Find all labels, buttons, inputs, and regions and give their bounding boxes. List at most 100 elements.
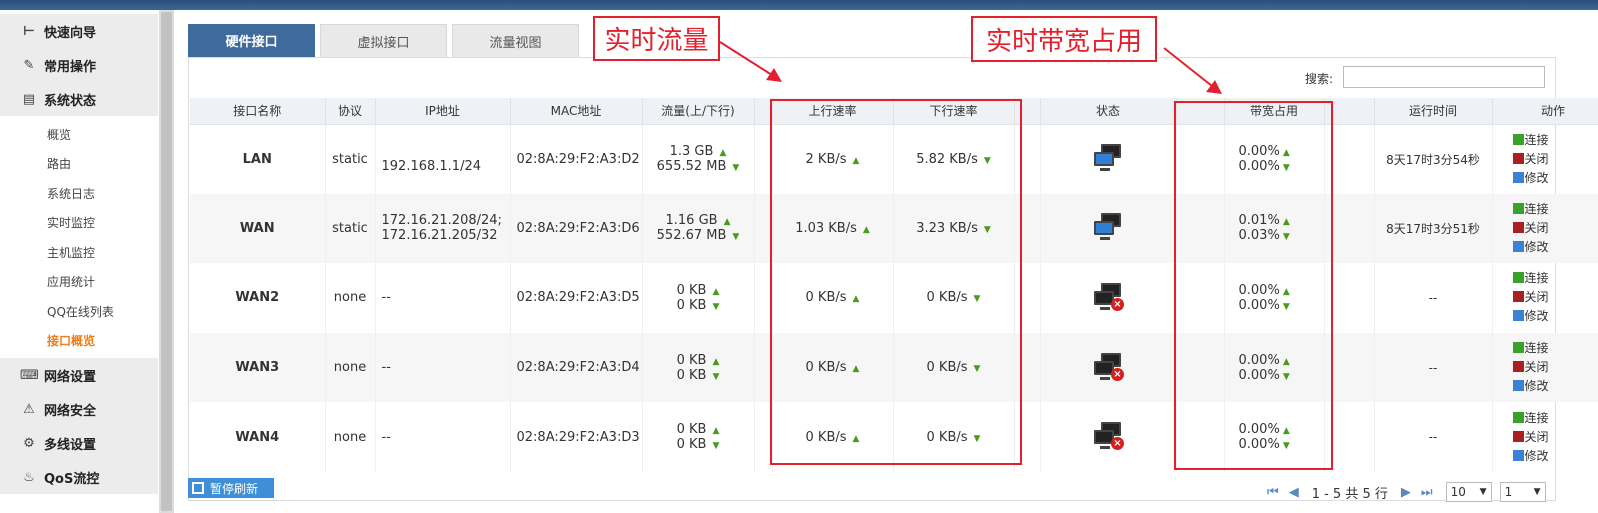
up-arrow-icon: ▲ <box>712 426 720 437</box>
protocol-cell: none <box>325 402 376 472</box>
error-x-icon: × <box>1111 297 1124 311</box>
edit-label: 修改 <box>1524 379 1549 394</box>
col-protocol[interactable]: 协议 <box>325 98 376 125</box>
status-cell: × <box>1040 263 1177 333</box>
col-ip[interactable]: IP地址 <box>375 98 511 125</box>
top-banner <box>0 0 1598 10</box>
up-traffic: 1.16 GB <box>665 213 718 229</box>
close-action[interactable]: 关闭 <box>1512 289 1598 306</box>
col-uptime[interactable]: 运行时间 <box>1374 98 1493 125</box>
status-cell <box>1040 193 1177 264</box>
sidebar-item-routing[interactable]: 路由 <box>0 149 158 178</box>
next-page-icon[interactable]: ▶ <box>1401 485 1411 500</box>
col-name[interactable]: 接口名称 <box>190 98 326 125</box>
sidebar-item-host-monitor[interactable]: 主机监控 <box>0 238 158 267</box>
error-x-icon: × <box>1111 437 1124 451</box>
close-label: 关闭 <box>1524 360 1549 375</box>
close-action[interactable]: 关闭 <box>1512 359 1598 376</box>
sidebar-group-network-settings[interactable]: ⌨ 网络设置 <box>0 358 158 392</box>
col-mac[interactable]: MAC地址 <box>510 98 643 125</box>
col-status[interactable]: 状态 <box>1040 98 1177 125</box>
col-actions: 动作 <box>1492 98 1598 125</box>
up-traffic: 0 KB <box>676 422 707 438</box>
close-action[interactable]: 关闭 <box>1512 429 1598 446</box>
edit-action[interactable]: 修改 <box>1512 448 1598 465</box>
search-label: 搜索: <box>1305 72 1334 86</box>
page-size-select[interactable]: 10 ▼ <box>1445 482 1492 502</box>
uptime-cell: 8天17时3分54秒 <box>1374 124 1493 194</box>
sidebar-item-app-stats[interactable]: 应用统计 <box>0 267 158 296</box>
sidebar-scrollbar[interactable] <box>159 10 174 513</box>
sidebar-group-label: 网络设置 <box>44 369 97 385</box>
edit-action[interactable]: 修改 <box>1512 378 1598 395</box>
page-number-select[interactable]: 1 ▼ <box>1499 482 1546 502</box>
up-arrow-icon: ▲ <box>719 148 727 159</box>
interface-name: WAN3 <box>190 332 326 403</box>
actions-cell: 连接 关闭 修改 <box>1492 402 1598 472</box>
sidebar-item-qq-online[interactable]: QQ在线列表 <box>0 297 158 326</box>
up-arrow-icon: ▲ <box>712 286 720 297</box>
connect-icon <box>1512 202 1524 214</box>
monitor-stand-icon <box>1100 376 1110 380</box>
sidebar-group-common-ops[interactable]: ✎ 常用操作 <box>0 48 158 82</box>
monitor-stand-icon <box>1100 446 1110 450</box>
monitor-front-icon <box>1094 221 1114 236</box>
close-action[interactable]: 关闭 <box>1512 151 1598 168</box>
search-input[interactable] <box>1343 66 1545 88</box>
traffic-cell: 1.16 GB ▲ 552.67 MB ▼ <box>642 193 755 264</box>
tab-hardware-interface[interactable]: 硬件接口 <box>188 24 315 57</box>
first-page-icon[interactable]: ⏮ <box>1267 485 1279 500</box>
up-traffic: 1.3 GB <box>669 144 714 160</box>
prev-page-icon[interactable]: ◀ <box>1289 485 1299 500</box>
up-traffic: 0 KB <box>676 282 707 298</box>
protocol-cell: static <box>325 124 376 194</box>
ip-line-2: 172.16.21.205/32 <box>381 228 498 244</box>
tab-virtual-interface[interactable]: 虚拟接口 <box>320 24 447 57</box>
close-label: 关闭 <box>1524 429 1549 444</box>
down-traffic: 0 KB <box>676 367 707 383</box>
connect-action[interactable]: 连接 <box>1512 201 1598 218</box>
sidebar-group-multiline[interactable]: ⚙ 多线设置 <box>0 426 158 460</box>
annotation-bandwidth: 实时带宽占用 <box>971 16 1157 62</box>
chart-icon: ▤ <box>22 91 36 107</box>
sidebar-group-network-security[interactable]: ⚠ 网络安全 <box>0 392 158 426</box>
mac-cell: 02:8A:29:F2:A3:D3 <box>510 402 643 472</box>
annotation-traffic: 实时流量 <box>593 16 720 61</box>
traffic-cell: 0 KB ▲ 0 KB ▼ <box>642 263 755 333</box>
sidebar-group-system-status[interactable]: ▤ 系统状态 <box>0 82 158 116</box>
connect-icon <box>1512 342 1524 354</box>
down-traffic: 655.52 MB <box>656 159 727 175</box>
interface-name: WAN <box>190 193 326 264</box>
last-page-icon[interactable]: ⏭ <box>1421 485 1433 500</box>
ip-line-1: -- <box>381 290 391 306</box>
ip-cell: -- <box>375 263 511 333</box>
sidebar-item-realtime-monitor[interactable]: 实时监控 <box>0 208 158 237</box>
ip-line-1: -- <box>381 429 391 445</box>
col-traffic[interactable]: 流量(上/下行) <box>642 98 755 125</box>
sidebar-item-overview[interactable]: 概览 <box>0 120 158 149</box>
interface-name: LAN <box>190 124 326 194</box>
edit-icon <box>1512 310 1524 322</box>
connect-icon <box>1512 411 1524 423</box>
pause-refresh-button[interactable]: 暂停刷新 <box>188 478 274 498</box>
connect-action[interactable]: 连接 <box>1512 270 1598 287</box>
edit-action[interactable]: 修改 <box>1512 239 1598 256</box>
close-label: 关闭 <box>1524 220 1549 235</box>
edit-action[interactable]: 修改 <box>1512 170 1598 187</box>
connect-action[interactable]: 连接 <box>1512 410 1598 427</box>
connect-label: 连接 <box>1524 271 1549 286</box>
tab-traffic-view[interactable]: 流量视图 <box>452 24 579 57</box>
edit-label: 修改 <box>1524 448 1549 463</box>
scrollbar-thumb[interactable] <box>161 12 172 511</box>
connect-icon <box>1512 133 1524 145</box>
close-action[interactable]: 关闭 <box>1512 220 1598 237</box>
connect-label: 连接 <box>1524 132 1549 147</box>
sidebar-group-qos[interactable]: ♨ QoS流控 <box>0 460 158 494</box>
connect-action[interactable]: 连接 <box>1512 340 1598 357</box>
sidebar-group-label: 常用操作 <box>44 59 97 75</box>
sidebar-item-system-log[interactable]: 系统日志 <box>0 179 158 208</box>
connect-action[interactable]: 连接 <box>1512 132 1598 149</box>
sidebar-group-quick-guide[interactable]: ⊢ 快速向导 <box>0 14 158 48</box>
edit-action[interactable]: 修改 <box>1512 308 1598 325</box>
sidebar-item-interface-overview[interactable]: 接口概览 <box>0 326 158 355</box>
